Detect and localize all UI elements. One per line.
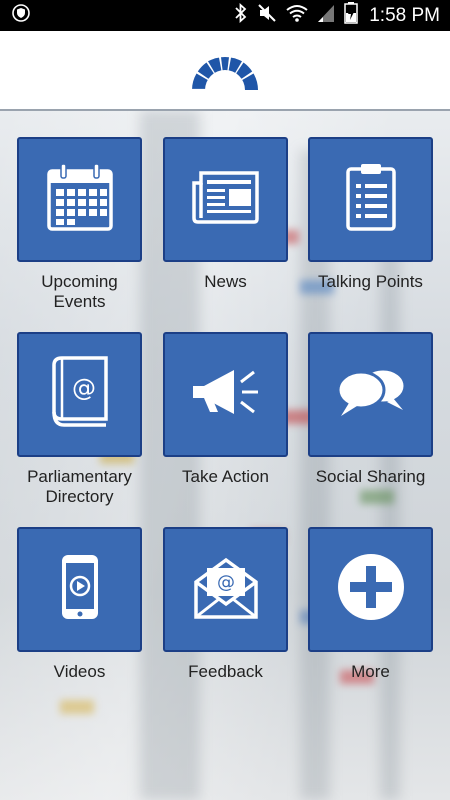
tile-label: Feedback bbox=[188, 662, 263, 681]
wifi-icon bbox=[286, 3, 308, 28]
shield-icon bbox=[12, 4, 30, 27]
tile-button[interactable] bbox=[308, 332, 433, 457]
tile-label: Talking Points bbox=[318, 272, 423, 291]
status-time: 1:58 PM bbox=[369, 4, 440, 26]
plus-circle-icon bbox=[337, 553, 405, 626]
clipboard-list-icon bbox=[345, 162, 397, 237]
tile-label: More bbox=[351, 662, 390, 681]
tile-news[interactable]: News bbox=[163, 137, 288, 292]
battery-charging-icon bbox=[344, 2, 358, 29]
megaphone-icon bbox=[190, 364, 262, 425]
tile-button[interactable] bbox=[17, 527, 142, 652]
tile-button[interactable] bbox=[308, 137, 433, 262]
tile-feedback[interactable]: @ Feedback bbox=[163, 527, 288, 682]
tile-talking-points[interactable]: Talking Points bbox=[308, 137, 433, 292]
calendar-icon bbox=[46, 163, 113, 236]
fan-logo-icon bbox=[190, 44, 260, 110]
tile-videos[interactable]: Videos bbox=[17, 527, 142, 682]
tile-button[interactable] bbox=[17, 137, 142, 262]
email-envelope-icon: @ bbox=[193, 554, 259, 625]
svg-text:@: @ bbox=[72, 374, 96, 402]
signal-icon bbox=[317, 3, 335, 28]
mute-icon bbox=[257, 3, 277, 28]
chat-bubbles-icon bbox=[335, 366, 407, 423]
status-bar: 1:58 PM bbox=[0, 0, 450, 31]
address-book-icon: @ bbox=[50, 355, 110, 434]
tile-label: Parliamentary Directory bbox=[27, 467, 132, 506]
bluetooth-icon bbox=[234, 2, 248, 28]
tile-label: Upcoming Events bbox=[41, 272, 118, 311]
tile-upcoming-events[interactable]: Upcoming Events bbox=[17, 137, 142, 312]
tile-social-sharing[interactable]: Social Sharing bbox=[308, 332, 433, 487]
tile-label: News bbox=[204, 272, 247, 291]
tile-button[interactable]: @ bbox=[163, 527, 288, 652]
tile-label: Social Sharing bbox=[315, 467, 426, 486]
app-header bbox=[0, 31, 450, 111]
tile-button[interactable] bbox=[163, 137, 288, 262]
phone-video-icon bbox=[60, 553, 100, 626]
tile-button[interactable] bbox=[163, 332, 288, 457]
tile-take-action[interactable]: Take Action bbox=[163, 332, 288, 487]
tile-label: Videos bbox=[53, 662, 106, 681]
tile-button[interactable]: @ bbox=[17, 332, 142, 457]
newspaper-icon bbox=[191, 169, 261, 230]
tile-more[interactable]: More bbox=[308, 527, 433, 682]
tile-parliamentary-directory[interactable]: @ Parliamentary Directory bbox=[17, 332, 142, 507]
tile-button[interactable] bbox=[308, 527, 433, 652]
tile-label: Take Action bbox=[182, 467, 269, 486]
svg-text:@: @ bbox=[217, 572, 235, 593]
